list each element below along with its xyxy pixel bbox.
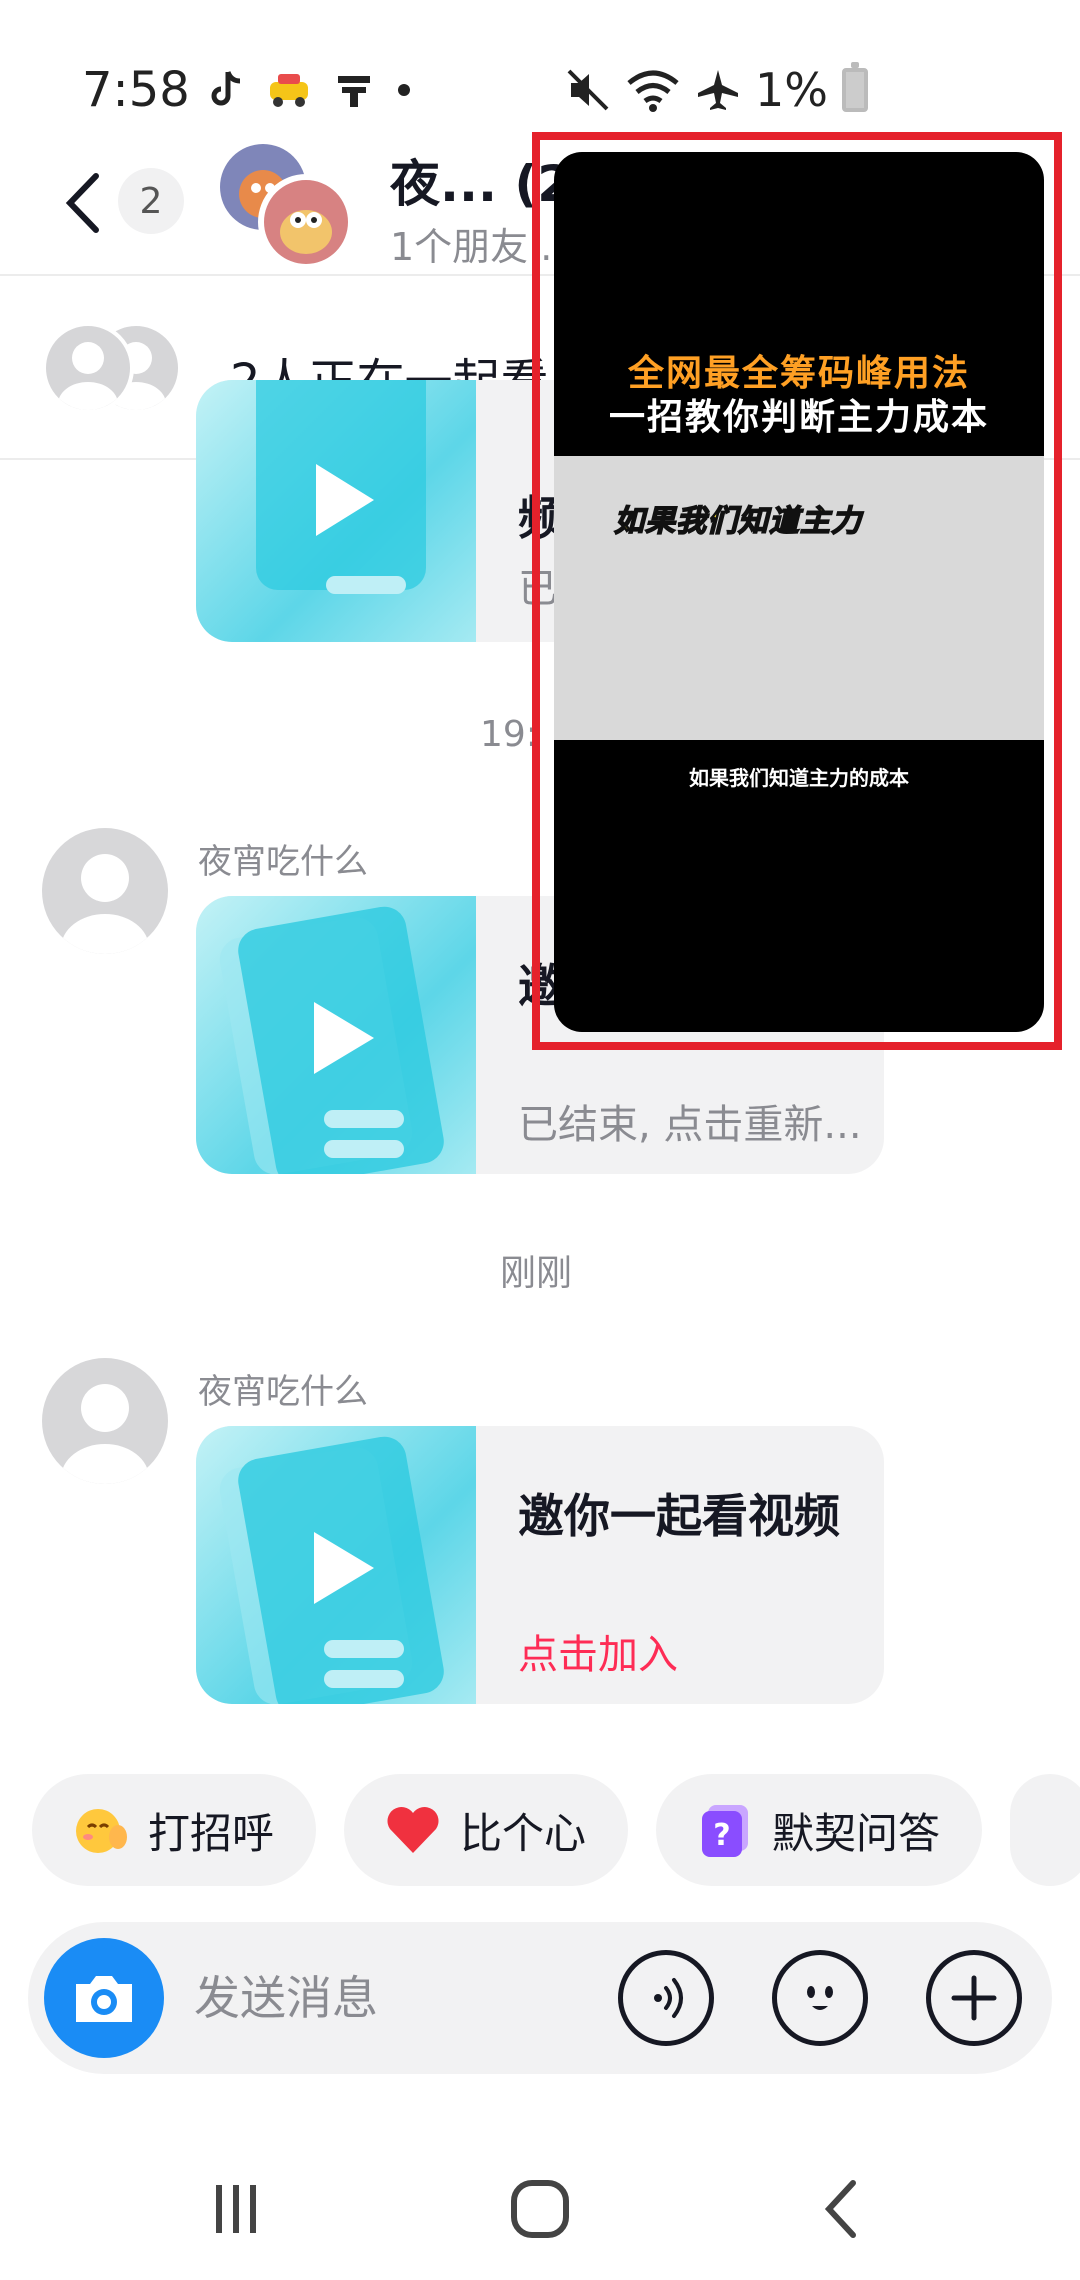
quick-reply-more[interactable] xyxy=(1010,1774,1080,1886)
status-bar: 7:58 1% xyxy=(0,0,1080,125)
recent-apps-button[interactable] xyxy=(196,2174,276,2244)
play-icon xyxy=(219,1436,444,1704)
emoji-button[interactable] xyxy=(772,1950,868,2046)
status-time: 7:58 xyxy=(82,62,190,118)
heart-icon xyxy=(384,1801,442,1859)
wave-emoji-icon xyxy=(72,1801,130,1859)
airplane-icon xyxy=(698,70,739,110)
sender-name: 夜宵吃什么 xyxy=(198,1372,368,1412)
play-icon xyxy=(256,380,426,594)
default-avatar-icon xyxy=(61,1384,149,1484)
card-thumbnail xyxy=(196,1426,476,1704)
nav-back-button[interactable] xyxy=(802,2174,882,2244)
quick-reply-label: 比个心 xyxy=(460,1808,587,1858)
quick-reply-row: 打招呼 比个心 ? 默契问答 xyxy=(32,1774,1080,1886)
chevron-left-icon xyxy=(65,173,99,233)
quick-reply-quiz[interactable]: ? 默契问答 xyxy=(656,1774,983,1886)
wifi-icon xyxy=(627,70,679,112)
message-input-bar xyxy=(28,1922,1052,2074)
home-icon xyxy=(511,2180,569,2238)
back-arrow-icon xyxy=(824,2180,856,2238)
question-card-icon: ? xyxy=(696,1801,754,1859)
voice-wave-icon xyxy=(654,1978,683,2018)
tiktok-icon xyxy=(211,71,241,106)
join-link[interactable]: 点击加入 xyxy=(518,1622,678,1680)
play-icon xyxy=(219,906,444,1174)
system-nav-bar xyxy=(0,2130,1080,2280)
quick-reply-greet[interactable]: 打招呼 xyxy=(32,1774,317,1886)
card-title: 邀你一起看视频 xyxy=(518,1489,840,1543)
emoji-face-icon xyxy=(807,1986,833,2010)
quick-reply-heart[interactable]: 比个心 xyxy=(344,1774,629,1886)
time-divider: 19: xyxy=(480,714,538,755)
member-avatar[interactable] xyxy=(258,174,354,270)
message-input[interactable] xyxy=(194,1958,594,2038)
video-caption: 如果我们知道主力 xyxy=(613,503,862,540)
quick-reply-label: 打招呼 xyxy=(148,1808,275,1858)
dot-icon xyxy=(398,84,410,96)
notification-icons xyxy=(210,62,412,118)
video-invite-card[interactable]: 邀你一起看视频 点击加入 xyxy=(196,1426,884,1704)
plus-icon xyxy=(951,1975,997,2021)
more-button[interactable] xyxy=(926,1950,1022,2046)
sender-avatar[interactable] xyxy=(42,1358,168,1484)
avatar-image xyxy=(280,210,332,254)
system-icons: 1% xyxy=(565,62,868,118)
floating-video-player[interactable]: 全网最全筹码峰用法 一招教你判断主力成本 如果我们知道主力 如果我们知道主力的成… xyxy=(554,152,1044,1032)
card-thumbnail xyxy=(196,896,476,1174)
app-notification-icon xyxy=(338,76,370,107)
back-button[interactable] xyxy=(58,168,108,238)
default-avatar-icon xyxy=(58,342,118,410)
voice-button[interactable] xyxy=(618,1950,714,2046)
watcher-avatar xyxy=(42,322,134,414)
recents-icon xyxy=(216,2185,256,2233)
camera-icon xyxy=(76,1976,132,2022)
camera-button[interactable] xyxy=(44,1938,164,2058)
quick-reply-label: 默契问答 xyxy=(772,1808,941,1858)
video-subtitle: 如果我们知道主力的成本 xyxy=(689,766,909,790)
battery-icon xyxy=(842,62,868,112)
sender-avatar[interactable] xyxy=(42,828,168,954)
battery-percent: 1% xyxy=(755,63,828,117)
default-avatar-icon xyxy=(61,854,149,954)
home-button[interactable] xyxy=(500,2174,580,2244)
video-title-line2: 一招教你判断主力成本 xyxy=(608,396,989,438)
sender-name: 夜宵吃什么 xyxy=(198,842,368,882)
card-thumbnail xyxy=(196,380,476,642)
mute-icon xyxy=(567,69,609,111)
svg-text:?: ? xyxy=(713,1818,730,1853)
card-status: 已结束, 点击重新... xyxy=(518,1102,862,1148)
time-divider: 刚刚 xyxy=(500,1253,573,1294)
floating-video-highlight: 全网最全筹码峰用法 一招教你判断主力成本 如果我们知道主力 如果我们知道主力的成… xyxy=(532,132,1062,1050)
taxi-icon xyxy=(270,74,308,107)
video-frame-area: 如果我们知道主力 xyxy=(554,456,1044,740)
unread-count-badge[interactable]: 2 xyxy=(118,168,184,234)
screen: 7:58 1% 2 夜... (2 1个朋友... 频 已 19: 夜宵吃什么 … xyxy=(0,0,1080,2280)
